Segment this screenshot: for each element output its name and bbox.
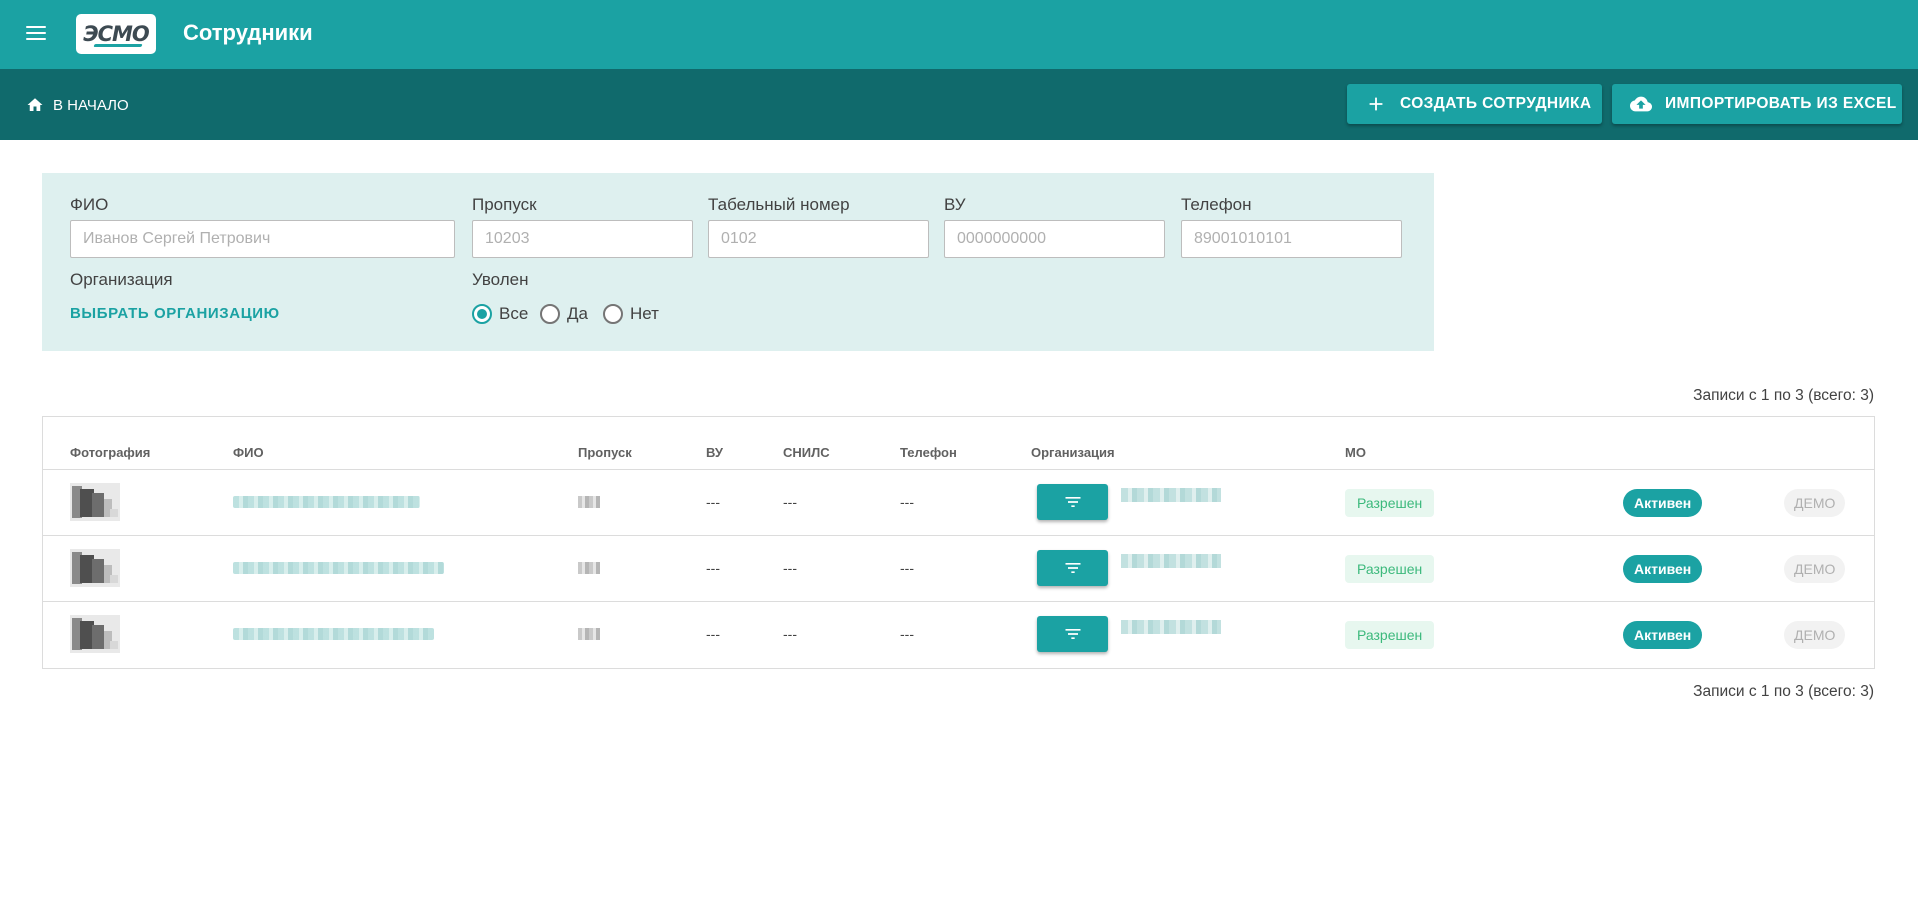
employee-phone-value: --- (900, 560, 914, 576)
filter-panel: ФИО Пропуск Табельный номер ВУ Телефон О… (42, 173, 1434, 351)
fired-radio-all-label: Все (499, 304, 529, 323)
column-header-vu: ВУ (706, 445, 723, 460)
demo-badge[interactable]: ДЕМО (1784, 621, 1846, 649)
menu-icon[interactable] (22, 22, 50, 46)
table-row[interactable]: --- --- --- Разрешен Активен ДЕМО (43, 469, 1874, 535)
org-filter-button[interactable] (1037, 616, 1108, 652)
logo[interactable]: ЭСМО (76, 14, 156, 54)
tab-number-filter-input[interactable] (708, 220, 929, 258)
radio-unchecked-icon (540, 304, 560, 324)
plus-icon (1369, 97, 1383, 111)
employee-fio-link[interactable] (233, 496, 420, 508)
logo-swoosh (93, 44, 143, 47)
photo-thumbnail (70, 483, 120, 521)
column-header-phone: Телефон (900, 445, 957, 460)
import-excel-button[interactable]: ИМПОРТИРОВАТЬ ИЗ EXCEL (1612, 84, 1902, 124)
filter-icon (1065, 563, 1080, 573)
radio-checked-icon (472, 304, 492, 324)
employee-phone-value: --- (900, 626, 914, 642)
home-link[interactable]: В НАЧАЛО (26, 93, 129, 117)
fio-filter-input[interactable] (70, 220, 455, 258)
records-info-top: Записи с 1 по 3 (всего: 3) (1693, 387, 1874, 404)
table-row[interactable]: --- --- --- Разрешен Активен ДЕМО (43, 535, 1874, 601)
tab-number-filter-label: Табельный номер (708, 195, 850, 214)
organization-filter-label: Организация (70, 270, 173, 289)
active-status-badge[interactable]: Активен (1623, 555, 1703, 583)
employee-org-link[interactable] (1121, 554, 1221, 568)
create-employee-label: СОЗДАТЬ СОТРУДНИКА (1400, 95, 1592, 112)
org-filter-button[interactable] (1037, 550, 1108, 586)
fired-radio-no[interactable]: Нет (603, 304, 659, 324)
import-excel-label: ИМПОРТИРОВАТЬ ИЗ EXCEL (1665, 95, 1897, 112)
employee-phone-value: --- (900, 494, 914, 510)
home-label: В НАЧАЛО (53, 96, 129, 114)
fired-radio-all[interactable]: Все (472, 304, 528, 324)
employee-fio-link[interactable] (233, 628, 434, 640)
table-row[interactable]: --- --- --- Разрешен Активен ДЕМО (43, 601, 1874, 667)
filter-icon (1065, 629, 1080, 639)
select-organization-link[interactable]: ВЫБРАТЬ ОРГАНИЗАЦИЮ (70, 305, 280, 322)
mo-status-badge: Разрешен (1345, 621, 1435, 649)
demo-badge[interactable]: ДЕМО (1784, 489, 1846, 517)
vu-filter-input[interactable] (944, 220, 1165, 258)
create-employee-button[interactable]: СОЗДАТЬ СОТРУДНИКА (1347, 84, 1602, 124)
employee-snils-value: --- (783, 626, 797, 642)
cloud-upload-icon (1630, 96, 1652, 112)
employee-org-link[interactable] (1121, 488, 1221, 502)
employee-snils-value: --- (783, 560, 797, 576)
mo-status-badge: Разрешен (1345, 555, 1435, 583)
column-header-mo: МО (1345, 445, 1366, 460)
records-info-bottom: Записи с 1 по 3 (всего: 3) (1693, 683, 1874, 700)
filter-icon (1065, 497, 1080, 507)
fired-radio-yes[interactable]: Да (540, 304, 588, 324)
employee-pass-value (578, 628, 600, 640)
employee-org-link[interactable] (1121, 620, 1221, 634)
column-header-fio: ФИО (233, 445, 264, 460)
toolbar: В НАЧАЛО СОЗДАТЬ СОТРУДНИКА ИМПОРТИРОВАТ… (0, 69, 1918, 140)
pass-filter-input[interactable] (472, 220, 693, 258)
photo-thumbnail (70, 549, 120, 587)
employee-fio-link[interactable] (233, 562, 444, 574)
home-icon (27, 98, 43, 111)
mo-status-badge: Разрешен (1345, 489, 1435, 517)
employees-table: Фотография ФИО Пропуск ВУ СНИЛС Телефон … (42, 416, 1875, 669)
fired-radio-yes-label: Да (567, 304, 588, 323)
employee-snils-value: --- (783, 494, 797, 510)
employee-vu-value: --- (706, 560, 720, 576)
page-title: Сотрудники (183, 20, 313, 45)
employee-vu-value: --- (706, 626, 720, 642)
employee-vu-value: --- (706, 494, 720, 510)
org-filter-button[interactable] (1037, 484, 1108, 520)
photo-thumbnail (70, 615, 120, 653)
app-bar: ЭСМО Сотрудники (0, 0, 1918, 69)
fired-radio-no-label: Нет (630, 304, 659, 323)
active-status-badge[interactable]: Активен (1623, 621, 1703, 649)
column-header-pass: Пропуск (578, 445, 632, 460)
vu-filter-label: ВУ (944, 195, 966, 214)
demo-badge[interactable]: ДЕМО (1784, 555, 1846, 583)
phone-filter-label: Телефон (1181, 195, 1252, 214)
column-header-org: Организация (1031, 445, 1115, 460)
pass-filter-label: Пропуск (472, 195, 537, 214)
fired-filter-label: Уволен (472, 270, 529, 289)
column-header-photo: Фотография (70, 445, 151, 460)
phone-filter-input[interactable] (1181, 220, 1402, 258)
active-status-badge[interactable]: Активен (1623, 489, 1703, 517)
employee-pass-value (578, 496, 600, 508)
fio-filter-label: ФИО (70, 195, 109, 214)
column-header-snils: СНИЛС (783, 445, 830, 460)
employee-pass-value (578, 562, 600, 574)
radio-unchecked-icon (603, 304, 623, 324)
logo-text: ЭСМО (83, 22, 150, 46)
